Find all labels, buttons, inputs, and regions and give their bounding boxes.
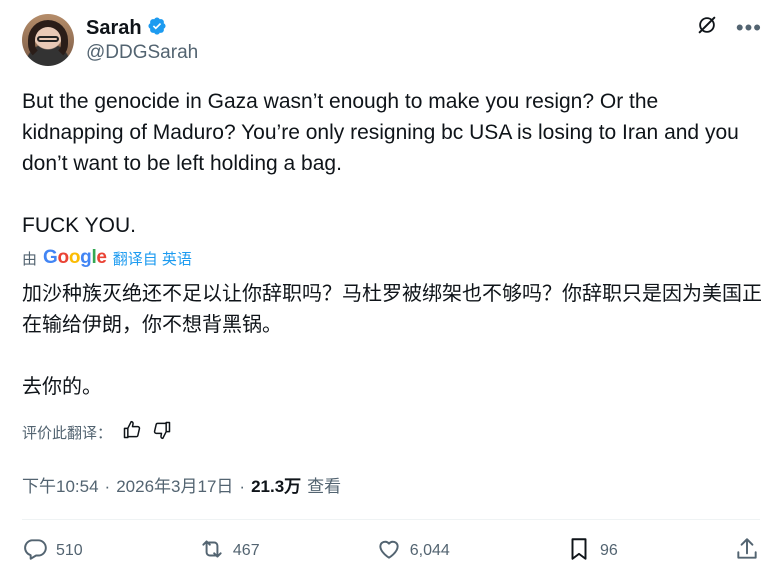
top-actions: ••• [696,14,762,41]
author-handle[interactable]: @DDGSarah [86,42,198,64]
meta-separator: · [104,477,111,496]
thumbs-down-icon[interactable] [152,420,172,444]
like-count: 6,044 [409,542,450,559]
post-date[interactable]: 2026年3月17日 [116,472,233,497]
view-label: 查看 [307,477,342,496]
reply-count: 510 [56,542,83,559]
share-icon [734,536,760,567]
rate-translation-label: 评价此翻译： [22,424,113,442]
author-name-row: Sarah [86,16,167,41]
repost-count: 467 [232,542,260,559]
grok-icon[interactable] [696,14,718,41]
translation-attribution: 由 Google 翻译自 英语 [22,247,192,269]
author-name[interactable]: Sarah [86,17,142,40]
post-meta: 下午10:54 · 2026年3月17日 · 21.3万 查看 [22,472,341,497]
bookmark-count: 96 [600,542,618,559]
reply-icon [22,536,48,567]
reply-button[interactable]: 510 [22,536,83,567]
google-logo: Google [43,247,107,268]
avatar[interactable] [22,14,74,66]
meta-separator: · [239,477,246,496]
view-count: 21.3万 [251,477,302,496]
verified-badge-icon [147,16,167,41]
post-text: But the genocide in Gaza wasn’t enough t… [22,90,739,237]
heart-icon [376,536,402,567]
post-time[interactable]: 下午10:54 [22,472,99,497]
thumbs-up-icon[interactable] [122,420,142,444]
post-header: Sarah @DDGSarah ••• [22,14,762,70]
bookmark-icon [566,536,592,567]
like-button[interactable]: 6,044 [376,536,450,567]
share-button[interactable] [734,536,760,567]
action-bar: 510 467 6,044 96 [22,535,760,567]
more-options-icon[interactable]: ••• [736,16,762,39]
divider [22,519,760,520]
rate-translation: 评价此翻译： [22,420,172,444]
translation-prefix: 由 [22,250,38,268]
repost-icon [199,536,225,567]
translated-text: 加沙种族灭绝还不足以让你辞职吗？马杜罗被绑架也不够吗？你辞职只是因为美国正在输给… [22,281,762,398]
bookmark-button[interactable]: 96 [566,536,618,567]
repost-button[interactable]: 467 [199,536,260,567]
translation-source-link[interactable]: 翻译自 英语 [113,248,192,269]
